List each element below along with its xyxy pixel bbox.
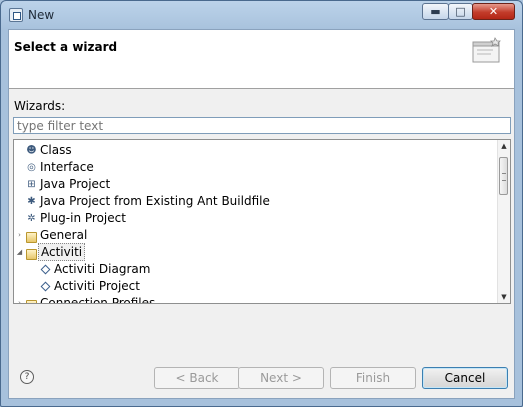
wizard-banner-icon (472, 37, 501, 63)
next-button[interactable]: Next > (238, 367, 324, 389)
expand-icon[interactable]: › (15, 295, 24, 303)
folder-icon (26, 232, 37, 243)
dialog-client-area: Select a wizard Wizards: ☻ Class ◎ Inter… (8, 29, 515, 399)
window-title: New (28, 8, 55, 22)
tree-scrollbar[interactable]: ▲ ▼ (497, 140, 510, 303)
tree-item-class[interactable]: ☻ Class (14, 142, 494, 159)
new-wizard-dialog: New ▬ □ ✕ Select a wizard Wizards: ☻ Cla… (0, 0, 523, 407)
tree-item-java-project[interactable]: ⊞ Java Project (14, 176, 494, 193)
scroll-up-arrow[interactable]: ▲ (498, 140, 510, 152)
wizard-tree[interactable]: ☻ Class ◎ Interface ⊞ Java Project ✱ Jav… (13, 139, 511, 304)
tree-item-plugin-project[interactable]: ✲ Plug-in Project (14, 210, 494, 227)
title-bar[interactable]: New ▬ □ ✕ (1, 1, 522, 29)
folder-open-icon (26, 249, 37, 260)
tree-item-label: Class (40, 143, 72, 157)
scroll-down-arrow[interactable]: ▼ (498, 291, 510, 303)
folder-icon (26, 300, 37, 303)
tree-item-ant-project[interactable]: ✱ Java Project from Existing Ant Buildfi… (14, 193, 494, 210)
plugin-project-icon: ✲ (27, 213, 36, 224)
help-icon[interactable]: ? (20, 370, 34, 384)
activiti-project-icon (40, 281, 51, 292)
class-icon: ☻ (26, 145, 37, 156)
tree-item-label: Plug-in Project (40, 211, 126, 225)
ant-project-icon: ✱ (27, 196, 36, 207)
tree-item-label: General (40, 228, 88, 242)
java-project-icon: ⊞ (27, 179, 36, 190)
header-title: Select a wizard (14, 40, 118, 54)
tree-item-activiti-diagram[interactable]: Activiti Diagram (14, 261, 494, 278)
collapse-icon[interactable]: ◢ (15, 244, 24, 261)
finish-button[interactable]: Finish (330, 367, 416, 389)
tree-item-interface[interactable]: ◎ Interface (14, 159, 494, 176)
wizard-header: Select a wizard (9, 30, 514, 89)
tree-item-label: Connection Profiles (40, 296, 156, 304)
tree-item-label: Interface (40, 160, 94, 174)
minimize-button[interactable]: ▬ (422, 3, 449, 20)
activiti-diagram-icon (40, 264, 51, 275)
tree-item-general[interactable]: › General (14, 227, 494, 244)
tree-item-label: Activiti Diagram (54, 262, 151, 276)
scroll-thumb[interactable] (499, 157, 508, 195)
back-button[interactable]: < Back (154, 367, 240, 389)
tree-item-connection-profiles[interactable]: › Connection Profiles (14, 295, 494, 304)
tree-item-label: Activiti (38, 243, 86, 261)
interface-icon: ◎ (27, 162, 36, 173)
expand-icon[interactable]: › (15, 227, 24, 244)
tree-item-activiti[interactable]: ◢ Activiti (14, 243, 494, 261)
close-button[interactable]: ✕ (472, 3, 515, 20)
wizard-filter-input[interactable] (13, 117, 511, 134)
wizards-label: Wizards: (14, 99, 66, 113)
tree-item-activiti-project[interactable]: Activiti Project (14, 278, 494, 295)
cancel-button[interactable]: Cancel (422, 367, 508, 389)
tree-item-label: Activiti Project (54, 279, 140, 293)
maximize-button[interactable]: □ (448, 3, 473, 20)
tree-item-label: Java Project (40, 177, 111, 191)
tree-item-label: Java Project from Existing Ant Buildfile (40, 194, 270, 208)
window-icon (9, 8, 23, 22)
